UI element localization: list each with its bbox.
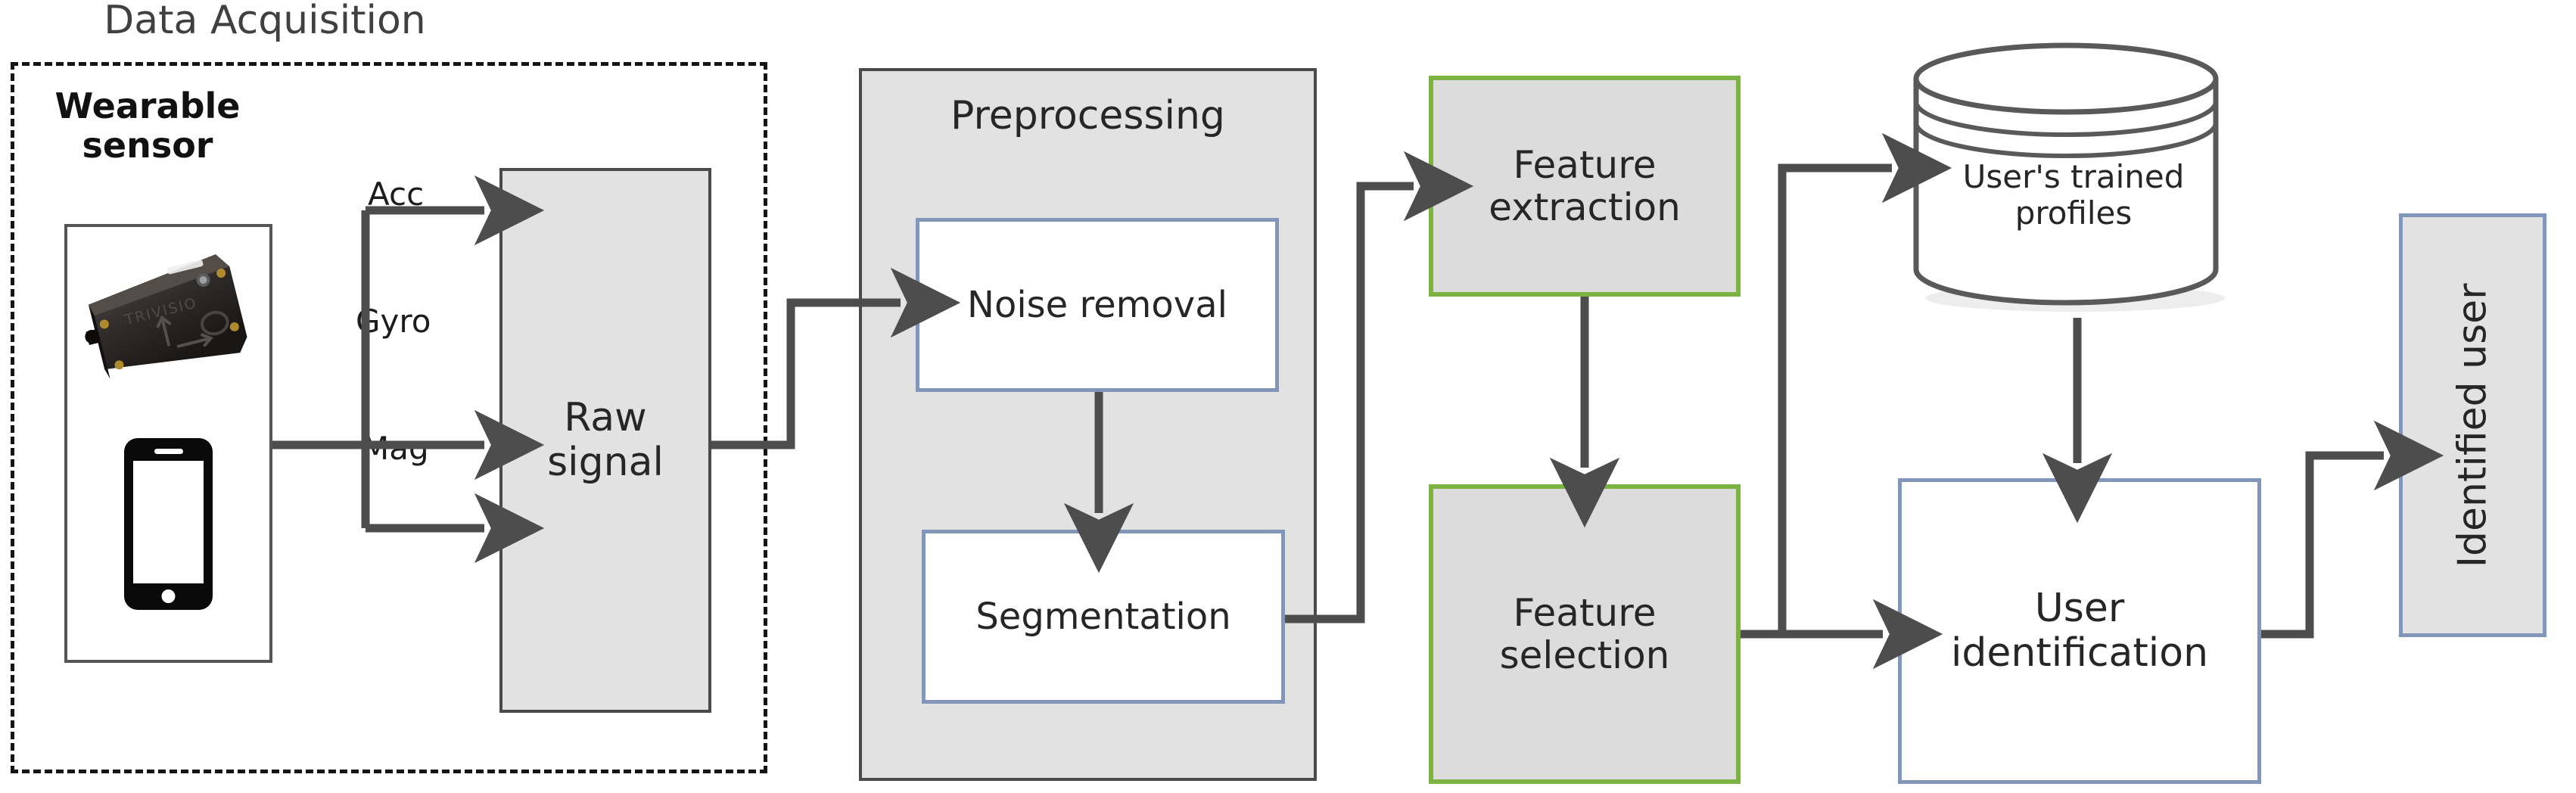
raw-signal-line1: Raw (564, 395, 647, 441)
wearable-sensor-icon: TRIVISIO (85, 254, 247, 379)
node-feature-selection[interactable]: Feature selection (1429, 484, 1741, 784)
diagram-canvas: Data Acquisition Wearable sensor TRIVISI… (0, 0, 2576, 793)
identified-user-label: Identified user (2450, 283, 2496, 568)
node-raw-signal[interactable]: Raw signal (499, 168, 711, 713)
wearable-sensor-label: Wearable sensor (30, 86, 265, 166)
smartphone-icon (124, 438, 213, 610)
signal-label-acc: Acc (368, 176, 425, 213)
wearable-sensor-label-line1: Wearable (54, 86, 241, 126)
feature-extraction-line2: extraction (1489, 185, 1681, 229)
edge-feature-selection-to-database (1778, 132, 1952, 634)
feature-extraction-line1: Feature (1513, 142, 1657, 187)
wearable-sensor-label-line2: sensor (82, 124, 213, 166)
user-profiles-label: User's trained profiles (1926, 158, 2221, 232)
node-noise-removal[interactable]: Noise removal (916, 218, 1279, 392)
edge-user-identification-to-identified-user (2261, 420, 2444, 639)
node-user-identification[interactable]: User identification (1898, 478, 2261, 784)
signal-label-mag: Mag (362, 430, 429, 467)
signal-label-gyro: Gyro (356, 303, 431, 340)
user-identification-line2: identification (1950, 630, 2209, 676)
user-profiles-line2: profiles (2014, 194, 2133, 232)
feature-selection-line2: selection (1499, 633, 1670, 677)
node-identified-user[interactable]: Identified user (2399, 213, 2546, 637)
node-feature-extraction[interactable]: Feature extraction (1429, 76, 1741, 297)
raw-signal-line2: signal (547, 440, 664, 485)
data-acquisition-title: Data Acquisition (104, 0, 426, 43)
noise-removal-label: Noise removal (967, 283, 1227, 326)
node-segmentation[interactable]: Segmentation (922, 530, 1285, 704)
segmentation-label: Segmentation (975, 595, 1231, 638)
preprocessing-title: Preprocessing (950, 93, 1225, 138)
user-identification-line1: User (2034, 586, 2125, 632)
user-profiles-line1: User's trained (1962, 158, 2185, 195)
feature-selection-line1: Feature (1513, 590, 1657, 635)
